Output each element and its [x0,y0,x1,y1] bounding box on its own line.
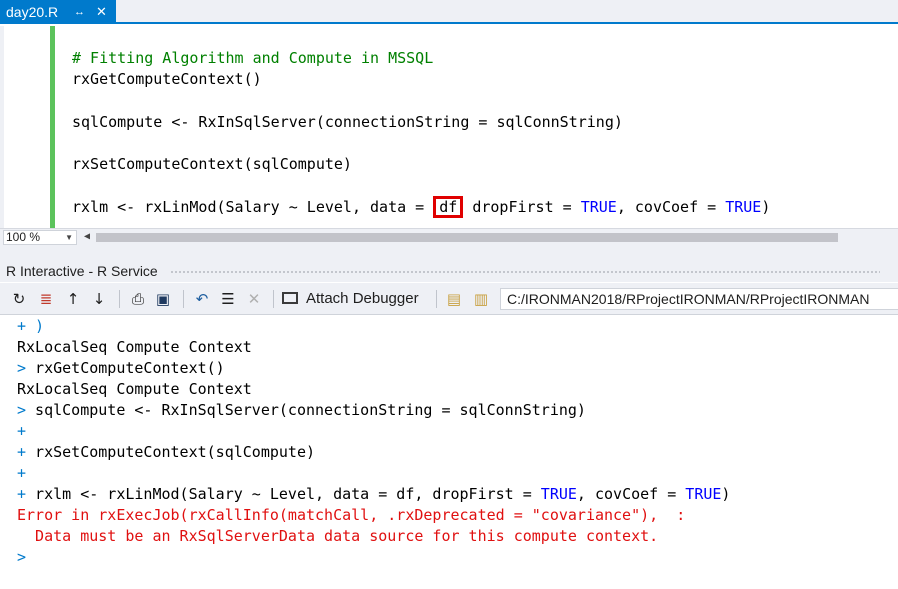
keyword-true: TRUE [685,485,722,503]
code-line: rxlm <- rxLinMod(Salary ~ Level, data = … [72,196,771,218]
toolbar-separator [119,290,120,308]
highlighted-df-box: df [433,196,464,218]
working-directory-combo[interactable]: C:/IRONMAN2018/RProjectIRONMAN/RProjectI… [500,288,898,310]
editor-margin [0,26,4,228]
continuation-prompt: + [17,464,27,482]
source-file-icon[interactable]: ↶ [192,289,212,309]
tab-day20-r[interactable]: day20.R ↔ ✕ [0,0,116,24]
grip-icon[interactable] [170,270,880,275]
console-line: + rxlm <- rxLinMod(Salary ~ Level, data … [17,484,730,505]
zoom-select[interactable]: 100 % ▼ [3,230,77,245]
console-line: RxLocalSeq Compute Context [17,338,252,356]
history-up-icon[interactable]: ↑ [63,289,83,309]
keyword-true: TRUE [540,485,577,503]
error-message: Error in rxExecJob(rxCallInfo(matchCall,… [17,506,686,524]
code-editor[interactable]: # Fitting Algorithm and Compute in MSSQL… [0,26,898,228]
console-command: , covCoef = [576,485,686,503]
zoom-value: 100 % [6,230,41,244]
console-line: > rxGetComputeContext() [17,358,225,379]
continuation-prompt: + ) [17,317,45,335]
folder-icon[interactable]: ▤ [444,289,464,309]
horizontal-scrollbar[interactable] [96,233,838,242]
save-workspace-icon[interactable]: ⎙ [128,289,148,309]
clear-icon[interactable]: ≣ [36,289,56,309]
r-interactive-toolbar: ↻ ≣ ↑ ↓ ⎙ ▣ ↶ ☰ ✕ Attach Debugger ▤ ▥ C:… [0,283,898,315]
code-line: sqlCompute <- RxInSqlServer(connectionSt… [72,113,623,131]
continuation-prompt: + [17,422,27,440]
code-text: dropFirst = [463,198,581,216]
keyword-true: TRUE [725,198,762,216]
console-line: + ) [17,316,44,337]
reset-icon[interactable]: ↻ [9,289,29,309]
console-line: > sqlCompute <- RxInSqlServer(connection… [17,400,586,421]
console-prompt: > [17,401,27,419]
keyword-true: TRUE [580,198,617,216]
continuation-prompt: + [17,443,27,461]
tab-title: day20.R [6,4,59,20]
console-prompt: > [17,359,27,377]
attach-debugger-icon [282,292,298,304]
pin-icon[interactable]: ↔ [74,0,85,24]
console-command: + rxlm <- rxLinMod(Salary ~ Level, data … [17,485,541,503]
toolbar-separator [436,290,437,308]
console-command: sqlCompute <- RxInSqlServer(connectionSt… [26,401,586,419]
console-line: + rxSetComputeContext(sqlCompute) [17,442,316,463]
console-input-prompt[interactable]: > [17,547,26,568]
continuation-prompt: + [17,485,27,503]
r-console-output[interactable]: + ) RxLocalSeq Compute Context > rxGetCo… [0,316,898,589]
console-command: + rxSetComputeContext(sqlCompute) [17,443,316,461]
history-down-icon[interactable]: ↓ [89,289,109,309]
load-workspace-icon[interactable]: ▣ [153,289,173,309]
tool-window-title: R Interactive - R Service [6,263,158,279]
tool-window-header: R Interactive - R Service [0,260,898,282]
attach-debugger-label: Attach Debugger [306,290,419,307]
execute-file-icon[interactable]: ☰ [218,289,238,309]
code-line-comment: # Fitting Algorithm and Compute in MSSQL [72,49,434,67]
chevron-down-icon: ▼ [65,233,73,242]
pane-splitter[interactable] [0,246,898,260]
change-tracking-bar [50,26,55,228]
document-tab-strip: day20.R ↔ ✕ [0,0,898,24]
editor-status-bar: 100 % ▼ ◀ [0,228,898,246]
code-text: ) [761,198,771,216]
console-line: RxLocalSeq Compute Context [17,380,252,398]
code-text: rxlm <- rxLinMod(Salary ~ Level, data = [72,198,434,216]
select-dir-icon[interactable]: ▥ [471,289,491,309]
code-text: , covCoef = [616,198,726,216]
toolbar-separator [183,290,184,308]
code-line: rxGetComputeContext() [72,70,262,88]
console-command: rxGetComputeContext() [26,359,225,377]
close-icon[interactable]: ✕ [96,0,107,24]
attach-debugger-button[interactable]: Attach Debugger [282,288,419,310]
code-line: rxSetComputeContext(sqlCompute) [72,155,352,173]
scroll-left-icon[interactable]: ◀ [84,231,90,242]
toolbar-separator [273,290,274,308]
console-command: ) [721,485,731,503]
error-message-detail: Data must be an RxSqlServerData data sou… [17,527,659,545]
stop-icon[interactable]: ✕ [244,289,264,309]
